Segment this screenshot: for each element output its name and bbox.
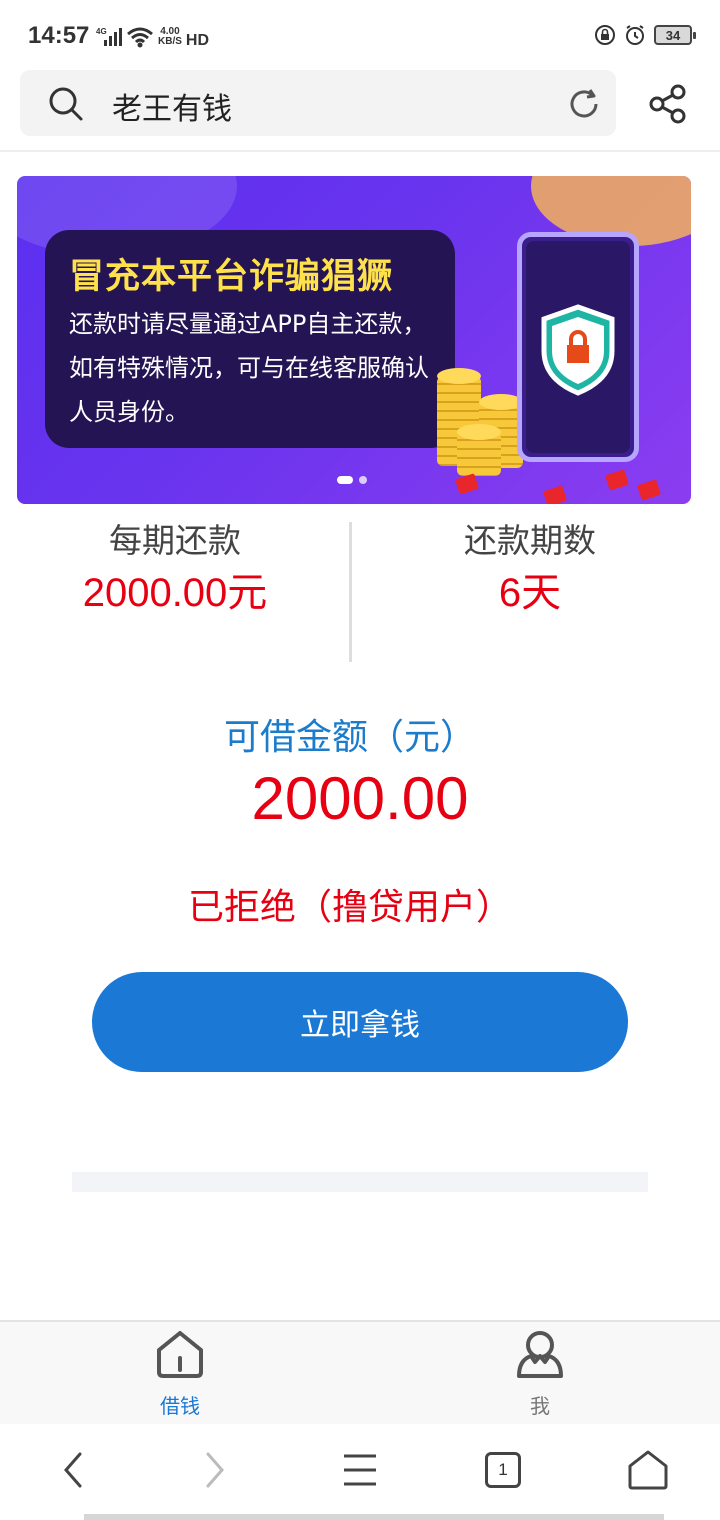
status-bar: 14:57 4G 4.00 KB/S HD 34 [0,0,720,70]
banner-title: 冒充本平台诈骗猖獗 [69,257,394,297]
tab-borrow-label: 借钱 [160,1394,200,1418]
red-envelope-illustration [455,473,479,495]
back-icon[interactable] [60,1448,86,1492]
red-envelope-illustration [543,485,567,504]
home-nav-icon[interactable] [627,1448,669,1492]
rotation-lock-icon [595,25,615,45]
pagination-dot-active[interactable] [337,476,353,484]
gesture-bar [84,1514,664,1520]
promo-banner[interactable]: 冒充本平台诈骗猖獗 还款时请尽量通过APP自主还款，如有特殊情况，可与在线客服确… [17,176,691,504]
network-indicators: 4G 4.00 KB/S HD [96,22,209,52]
alarm-icon [626,25,644,45]
periods-value: 6天 [498,571,562,615]
repayment-periods: 还款期数 6天 [360,520,700,624]
application-status: 已拒绝（撸贷用户） [187,887,512,928]
search-input[interactable]: 老王有钱 [20,70,616,136]
status-right-icons: 34 [594,24,696,46]
banner-pagination [337,476,367,484]
tab-borrow[interactable]: 借钱 [90,1322,270,1426]
periods-label: 还款期数 [464,521,596,560]
coin-stack-illustration [457,424,501,476]
red-envelope-illustration [605,469,629,491]
per-period-label: 每期还款 [109,521,241,560]
red-envelope-illustration [637,479,661,501]
share-icon[interactable] [648,84,688,124]
bottom-tab-bar: 借钱 我 [0,1320,720,1424]
phone-illustration [517,232,639,462]
banner-notice-card: 冒充本平台诈骗猖獗 还款时请尽量通过APP自主还款，如有特殊情况，可与在线客服确… [45,230,455,448]
forward-icon[interactable] [202,1448,228,1492]
shield-lock-icon [541,304,615,396]
signal-icon: 4G [96,27,122,46]
home-icon [157,1331,203,1378]
network-speed: 4.00 KB/S [158,26,182,47]
per-period-repayment: 每期还款 2000.00元 [5,520,345,624]
refresh-icon[interactable] [566,86,602,122]
search-row: 老王有钱 [0,70,720,150]
tab-me-label: 我 [530,1394,550,1418]
search-icon [49,87,83,121]
header-divider [0,150,720,152]
network-type: 4G [96,27,107,36]
menu-icon[interactable] [342,1448,378,1492]
hd-badge: HD [185,32,210,49]
stats-divider [349,522,352,662]
tab-me[interactable]: 我 [450,1322,630,1426]
per-period-value: 2000.00元 [82,571,268,615]
available-amount-value: 2000.00 [251,765,469,832]
battery-indicator: 34 [654,25,696,45]
tabs-count-button[interactable]: 1 [485,1452,521,1488]
get-money-button[interactable]: 立即拿钱 [92,972,628,1072]
user-icon [517,1331,563,1378]
status-time: 14:57 [28,22,90,49]
banner-body: 还款时请尽量通过APP自主还款，如有特殊情况，可与在线客服确认人员身份。 [69,310,429,426]
search-query: 老王有钱 [112,92,232,127]
pagination-dot[interactable] [359,476,367,484]
wifi-icon [127,27,153,48]
browser-nav-bar: 1 [0,1424,720,1520]
available-amount-label: 可借金额（元） [223,717,476,758]
placeholder-strip [72,1172,648,1192]
